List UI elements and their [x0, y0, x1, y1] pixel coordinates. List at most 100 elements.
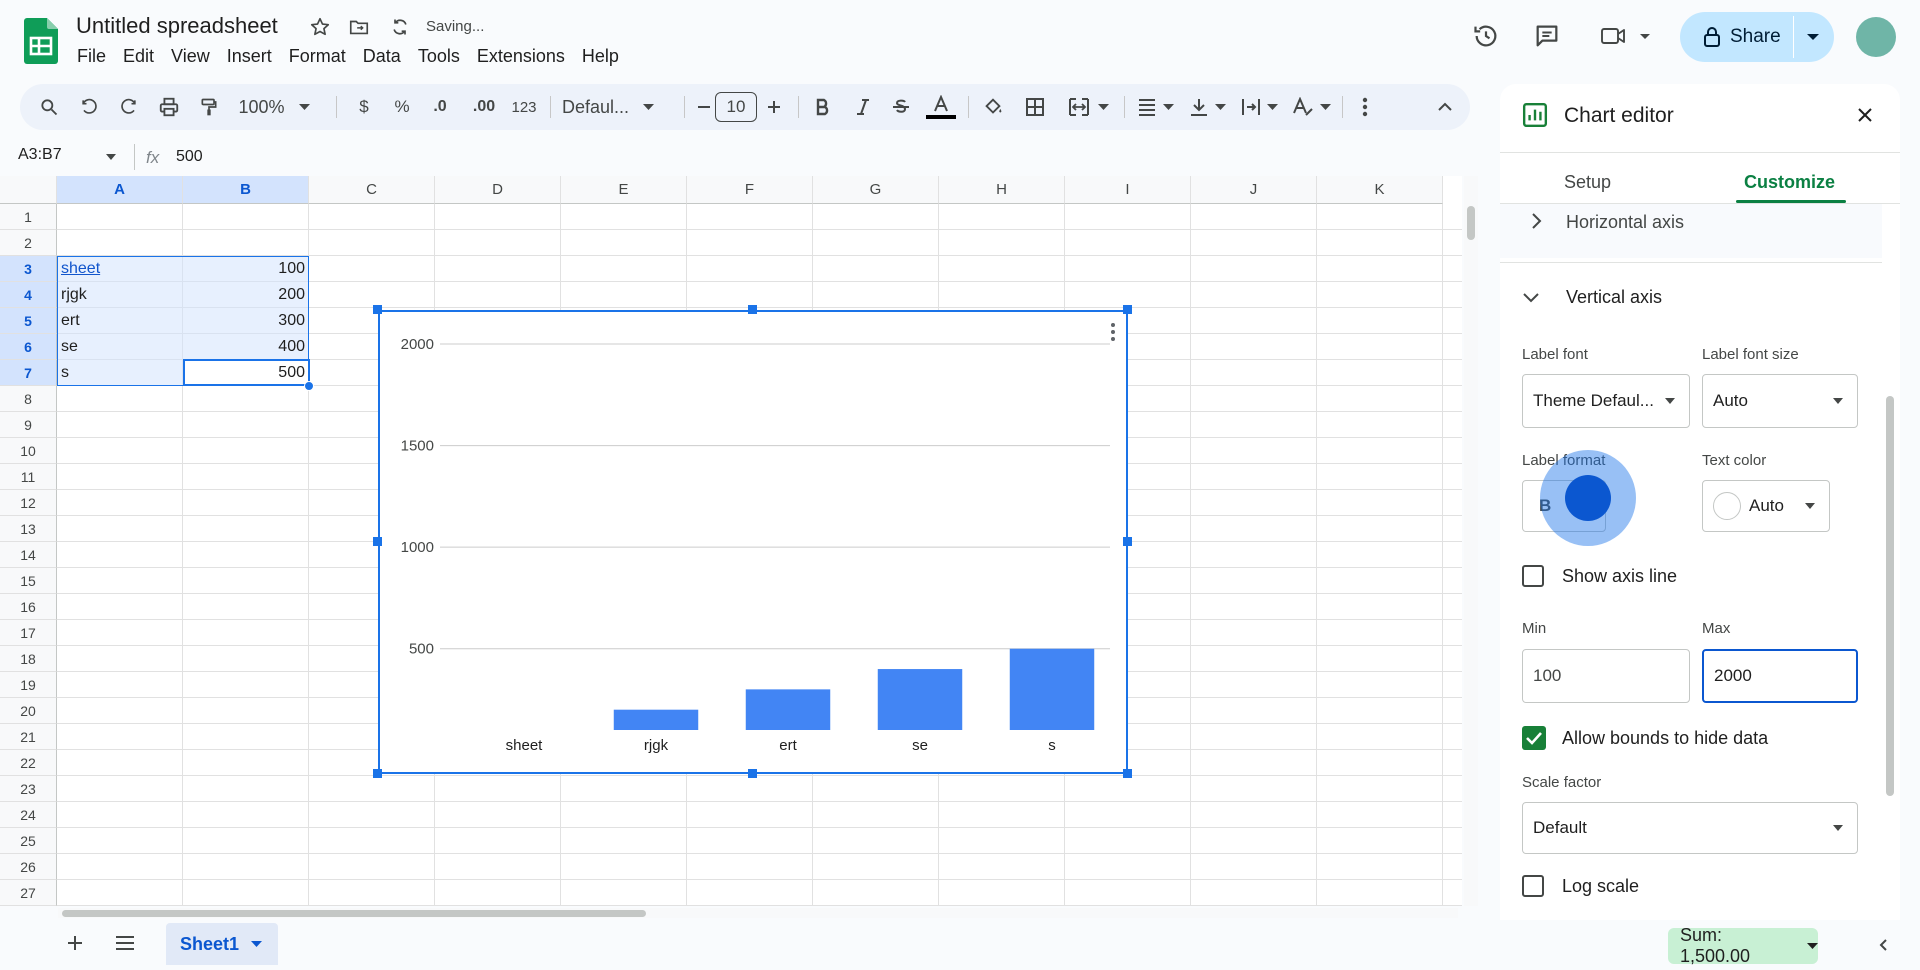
text-wrapping-icon[interactable]: [1234, 84, 1284, 130]
row-header-25[interactable]: 25: [0, 828, 57, 854]
column-header-b[interactable]: B: [183, 176, 309, 204]
scale-factor-select[interactable]: Default: [1522, 802, 1858, 854]
allow-bounds-checkbox[interactable]: [1522, 726, 1546, 750]
zoom-select[interactable]: 100%: [238, 84, 310, 130]
document-title[interactable]: Untitled spreadsheet: [76, 13, 278, 39]
version-history-icon[interactable]: [1472, 22, 1500, 50]
menu-help[interactable]: Help: [582, 46, 628, 67]
column-header-a[interactable]: A: [57, 176, 183, 204]
menu-extensions[interactable]: Extensions: [477, 46, 574, 67]
increase-decimal-button[interactable]: .00: [466, 84, 502, 130]
select-all-corner[interactable]: [0, 176, 57, 204]
format-currency-button[interactable]: $: [350, 84, 378, 130]
add-sheet-icon[interactable]: [66, 934, 84, 952]
row-header-21[interactable]: 21: [0, 724, 57, 750]
log-scale-checkbox[interactable]: [1522, 875, 1544, 897]
undo-icon[interactable]: [74, 84, 104, 130]
move-folder-icon[interactable]: [345, 13, 373, 41]
column-header-i[interactable]: I: [1065, 176, 1191, 204]
column-header-c[interactable]: C: [309, 176, 435, 204]
vertical-align-icon[interactable]: [1182, 84, 1232, 130]
row-header-8[interactable]: 8: [0, 386, 57, 412]
fill-handle[interactable]: [304, 381, 314, 391]
resize-handle[interactable]: [1123, 769, 1132, 778]
chart-menu-icon[interactable]: [1110, 322, 1116, 342]
chevron-down-icon[interactable]: [1522, 292, 1540, 304]
row-header-11[interactable]: 11: [0, 464, 57, 490]
horizontal-scrollbar[interactable]: [58, 908, 1458, 918]
bold-icon[interactable]: [808, 84, 838, 130]
font-family-select[interactable]: Defaul...: [560, 84, 660, 130]
vertical-scrollbar[interactable]: [1464, 176, 1478, 906]
row-header-14[interactable]: 14: [0, 542, 57, 568]
menu-file[interactable]: File: [77, 46, 115, 67]
redo-icon[interactable]: [114, 84, 144, 130]
strikethrough-icon[interactable]: [886, 84, 916, 130]
more-formats-button[interactable]: 123: [506, 84, 542, 130]
row-header-20[interactable]: 20: [0, 698, 57, 724]
max-input[interactable]: 2000: [1702, 649, 1858, 703]
menu-data[interactable]: Data: [363, 46, 410, 67]
star-icon[interactable]: [306, 13, 334, 41]
name-box[interactable]: A3:B7: [0, 146, 124, 170]
cell-b7[interactable]: 500: [183, 360, 305, 386]
comment-icon[interactable]: [1533, 22, 1561, 50]
row-header-26[interactable]: 26: [0, 854, 57, 880]
share-button[interactable]: Share: [1680, 12, 1834, 62]
row-header-13[interactable]: 13: [0, 516, 57, 542]
horizontal-align-icon[interactable]: [1130, 84, 1180, 130]
account-avatar[interactable]: [1856, 17, 1896, 57]
row-header-1[interactable]: 1: [0, 204, 57, 230]
all-sheets-icon[interactable]: [115, 935, 135, 951]
chart[interactable]: 2000 1500 1000 500 sheet rjgk ert se s: [378, 310, 1128, 774]
close-icon[interactable]: [1856, 106, 1874, 124]
resize-handle[interactable]: [1123, 537, 1132, 546]
min-input[interactable]: 100: [1522, 649, 1690, 703]
section-horizontal-axis[interactable]: Horizontal axis: [1500, 204, 1882, 258]
more-options-icon[interactable]: [1350, 84, 1380, 130]
menu-view[interactable]: View: [171, 46, 219, 67]
row-header-12[interactable]: 12: [0, 490, 57, 516]
column-header-j[interactable]: J: [1191, 176, 1317, 204]
cell-b4[interactable]: 200: [183, 282, 305, 308]
row-header-22[interactable]: 22: [0, 750, 57, 776]
cell-a4[interactable]: rjgk: [61, 282, 179, 308]
row-header-7[interactable]: 7: [0, 360, 57, 386]
label-font-size-select[interactable]: Auto: [1702, 374, 1858, 428]
share-dropdown-icon[interactable]: [1806, 33, 1820, 42]
format-percent-button[interactable]: %: [388, 84, 416, 130]
paint-format-icon[interactable]: [194, 84, 224, 130]
row-header-6[interactable]: 6: [0, 334, 57, 360]
tab-setup[interactable]: Setup: [1564, 172, 1611, 193]
font-size-input[interactable]: 10: [714, 84, 758, 130]
cell-b3[interactable]: 100: [183, 256, 305, 282]
resize-handle[interactable]: [373, 537, 382, 546]
row-header-17[interactable]: 17: [0, 620, 57, 646]
sheet-tab[interactable]: Sheet1: [166, 923, 278, 965]
row-header-24[interactable]: 24: [0, 802, 57, 828]
tab-customize[interactable]: Customize: [1744, 172, 1835, 193]
row-header-16[interactable]: 16: [0, 594, 57, 620]
row-header-2[interactable]: 2: [0, 230, 57, 256]
text-color-select[interactable]: Auto: [1702, 480, 1830, 532]
menu-edit[interactable]: Edit: [123, 46, 163, 67]
cell-a7[interactable]: s: [61, 360, 179, 386]
bar-s[interactable]: [1009, 648, 1095, 730]
row-header-9[interactable]: 9: [0, 412, 57, 438]
increase-font-size-icon[interactable]: [760, 84, 788, 130]
panel-scrollbar[interactable]: [1886, 396, 1894, 796]
text-color-icon[interactable]: [924, 84, 958, 130]
resize-handle[interactable]: [748, 769, 757, 778]
column-header-g[interactable]: G: [813, 176, 939, 204]
collapse-side-panel-icon[interactable]: [1878, 938, 1888, 952]
vertical-axis-header[interactable]: Vertical axis: [1566, 287, 1662, 308]
merge-cells-icon[interactable]: [1060, 84, 1116, 130]
label-font-select[interactable]: Theme Defaul...: [1522, 374, 1690, 428]
column-header-k[interactable]: K: [1317, 176, 1443, 204]
cell-b6[interactable]: 400: [183, 334, 305, 360]
resize-handle[interactable]: [373, 769, 382, 778]
fill-color-icon[interactable]: [976, 84, 1010, 130]
bar-se[interactable]: [877, 669, 963, 730]
row-header-19[interactable]: 19: [0, 672, 57, 698]
column-header-h[interactable]: H: [939, 176, 1065, 204]
